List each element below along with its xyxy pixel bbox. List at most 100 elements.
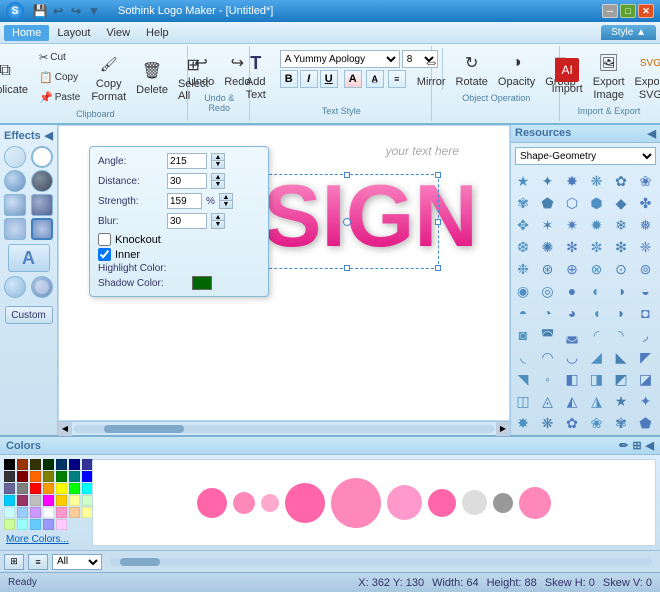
qat-save[interactable]: 💾 — [32, 3, 48, 19]
shape-item[interactable]: ◑ — [611, 281, 631, 301]
handle-br[interactable] — [435, 265, 441, 271]
preview-circle[interactable] — [331, 478, 381, 528]
palette-color[interactable] — [30, 519, 41, 530]
shape-item[interactable]: ◞ — [636, 325, 656, 345]
bold-button[interactable]: B — [280, 70, 298, 88]
palette-color[interactable] — [17, 519, 28, 530]
shape-item[interactable]: ✦ — [538, 171, 558, 191]
italic-button[interactable]: I — [300, 70, 318, 88]
preview-circle[interactable] — [428, 489, 456, 517]
menu-home[interactable]: Home — [4, 25, 49, 41]
shape-item[interactable]: ❀ — [587, 413, 607, 429]
effect-style-3[interactable] — [4, 218, 26, 240]
strength-down[interactable]: ▼ — [220, 201, 232, 208]
strength-input[interactable] — [167, 193, 202, 209]
effect-solid-2[interactable] — [31, 170, 53, 192]
palette-color[interactable] — [56, 495, 67, 506]
palette-color[interactable] — [17, 507, 28, 518]
shape-item[interactable]: ❋ — [587, 171, 607, 191]
effect-gradient-1[interactable] — [4, 194, 26, 216]
preview-circle[interactable] — [233, 492, 255, 514]
palette-color[interactable] — [69, 507, 80, 518]
preview-circle[interactable] — [462, 490, 487, 515]
close-button[interactable]: ✕ — [638, 4, 654, 18]
shape-item[interactable]: ◐ — [587, 281, 607, 301]
preview-circle[interactable] — [261, 494, 279, 512]
shape-item[interactable]: ◡ — [562, 347, 582, 367]
shape-item[interactable]: ❋ — [538, 413, 558, 429]
shape-item[interactable]: ◝ — [611, 325, 631, 345]
shape-item[interactable]: ◙ — [513, 325, 533, 345]
effect-circle-2[interactable] — [31, 276, 53, 298]
copy-format-button[interactable]: 🖌 Copy Format — [87, 50, 130, 106]
rotate-button[interactable]: ↻ Rotate — [452, 48, 492, 91]
view-filter-select[interactable]: All Recent Custom — [52, 554, 102, 570]
minimize-button[interactable]: ─ — [602, 4, 618, 18]
text-align-button[interactable]: ≡ — [388, 70, 406, 88]
view-list-button[interactable]: ≡ — [28, 554, 48, 570]
import-button[interactable]: AI Import — [548, 55, 587, 98]
effect-style-4[interactable] — [31, 218, 53, 240]
shape-item[interactable]: ❆ — [513, 237, 533, 257]
shadow-color-swatch[interactable] — [192, 276, 212, 290]
undo-button[interactable]: ↩ Undo — [184, 48, 218, 91]
shape-item[interactable]: ⊗ — [587, 259, 607, 279]
palette-color[interactable] — [69, 471, 80, 482]
handle-bm[interactable] — [344, 265, 350, 271]
resources-pin[interactable]: ◀ — [648, 127, 656, 140]
qat-more[interactable]: ▼ — [86, 3, 102, 19]
shape-item[interactable]: ✶ — [538, 215, 558, 235]
shape-item[interactable]: ◜ — [587, 325, 607, 345]
shape-item[interactable]: ✤ — [636, 193, 656, 213]
shape-item[interactable]: ✿ — [562, 413, 582, 429]
palette-color[interactable] — [30, 471, 41, 482]
effect-circle-1[interactable] — [4, 276, 26, 298]
shape-item[interactable]: ◪ — [636, 369, 656, 389]
paste-button[interactable]: 📌 Paste — [34, 88, 85, 107]
shape-item[interactable]: ✿ — [611, 171, 631, 191]
shape-item[interactable]: ◗ — [611, 303, 631, 323]
palette-color[interactable] — [69, 495, 80, 506]
angle-up[interactable]: ▲ — [212, 154, 224, 161]
palette-color[interactable] — [56, 519, 67, 530]
menu-layout[interactable]: Layout — [49, 25, 98, 41]
shape-item[interactable]: ◔ — [538, 303, 558, 323]
add-text-button[interactable]: T Add Text — [240, 48, 272, 104]
blur-up[interactable]: ▲ — [212, 214, 224, 221]
shape-item[interactable]: ◤ — [636, 347, 656, 367]
shape-item[interactable]: ✸ — [562, 171, 582, 191]
angle-down[interactable]: ▼ — [212, 161, 224, 168]
palette-color[interactable] — [4, 519, 15, 530]
qat-undo[interactable]: ↩ — [50, 3, 66, 19]
shape-item[interactable]: ❈ — [636, 237, 656, 257]
shape-item[interactable]: ❉ — [513, 259, 533, 279]
shape-item[interactable]: ✾ — [611, 413, 631, 429]
shape-item[interactable]: ◧ — [562, 369, 582, 389]
shape-item[interactable]: ◎ — [538, 281, 558, 301]
angle-input[interactable] — [167, 153, 207, 169]
shape-item[interactable]: ⊚ — [636, 259, 656, 279]
shape-item[interactable]: ❄ — [611, 215, 631, 235]
palette-color[interactable] — [4, 495, 15, 506]
menu-view[interactable]: View — [98, 25, 138, 41]
shape-item[interactable]: ◘ — [636, 303, 656, 323]
colors-scroll-thumb[interactable] — [120, 558, 160, 566]
shape-item[interactable]: ✹ — [587, 215, 607, 235]
shape-item[interactable]: ❅ — [636, 215, 656, 235]
palette-color[interactable] — [43, 495, 54, 506]
opacity-button[interactable]: ◑ Opacity — [494, 48, 539, 91]
palette-color[interactable] — [4, 507, 15, 518]
shape-item[interactable]: ◛ — [562, 325, 582, 345]
palette-color[interactable] — [69, 459, 80, 470]
colors-pin[interactable]: ◀ — [646, 439, 654, 452]
palette-color[interactable] — [43, 519, 54, 530]
copy-button[interactable]: 📋 Copy — [34, 68, 85, 87]
preview-circle[interactable] — [285, 483, 325, 523]
preview-circle[interactable] — [197, 488, 227, 518]
shape-item[interactable]: ⬡ — [562, 193, 582, 213]
blur-input[interactable] — [167, 213, 207, 229]
shape-item[interactable]: ⊕ — [562, 259, 582, 279]
strength-up[interactable]: ▲ — [220, 194, 232, 201]
shape-item[interactable]: ★ — [513, 171, 533, 191]
shape-item[interactable]: ❇ — [611, 237, 631, 257]
